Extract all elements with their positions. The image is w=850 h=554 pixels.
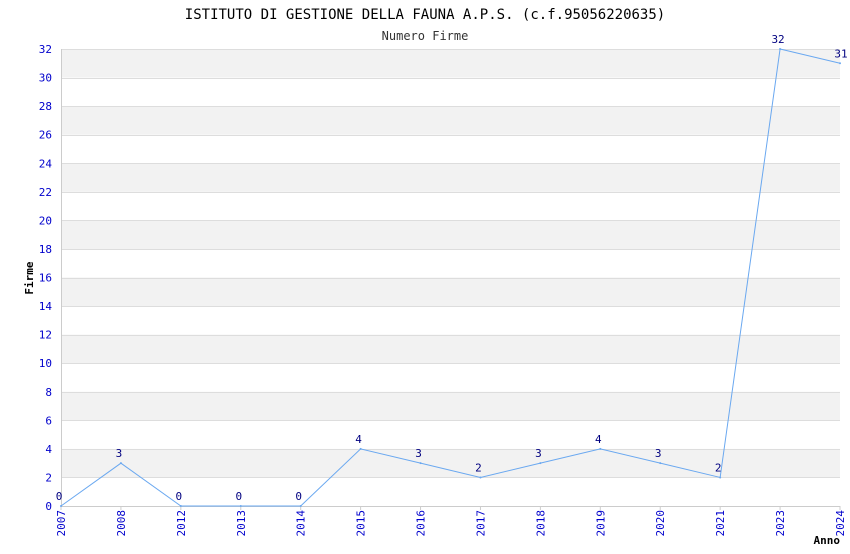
x-tick-label: 2020 <box>654 510 667 537</box>
x-tick-label: 2018 <box>534 510 547 537</box>
grid-band <box>61 334 840 364</box>
data-label: 3 <box>116 447 123 460</box>
data-point <box>239 505 242 507</box>
x-tick-label: 2014 <box>295 510 308 537</box>
grid-band <box>61 391 840 421</box>
y-tick-label: 12 <box>39 329 52 342</box>
data-point <box>479 476 482 479</box>
chart-subtitle: Numero Firme <box>382 29 469 43</box>
x-axis-title: Anno <box>814 534 841 547</box>
x-tick-label: 2008 <box>115 510 128 537</box>
x-tick-label: 2017 <box>474 510 487 537</box>
data-label: 32 <box>771 33 784 46</box>
data-label: 3 <box>535 447 542 460</box>
grid-band <box>61 106 840 135</box>
x-tick-label: 2021 <box>714 510 727 537</box>
data-labels: 030 0 043234323231 <box>56 33 848 503</box>
x-tick-label: 2024 <box>834 510 847 537</box>
grid-band <box>61 220 840 249</box>
y-tick-label: 18 <box>39 243 52 256</box>
data-label: 31 <box>834 47 847 60</box>
data-label: 2 <box>715 461 722 474</box>
data-label: 0 <box>295 490 302 503</box>
grid-band <box>61 49 840 78</box>
x-tick-label: 2007 <box>55 510 68 537</box>
y-tick-label: 4 <box>45 443 52 456</box>
data-label: 3 <box>655 447 662 460</box>
data-label: 4 <box>595 433 602 446</box>
y-tick-label: 14 <box>39 300 53 313</box>
x-tick-label: 2015 <box>355 510 368 537</box>
data-point <box>60 505 62 507</box>
data-point <box>179 505 182 507</box>
line-chart: 02468101214161820222426283032 2007 2008 20… <box>23 7 848 547</box>
y-tick-label: 28 <box>39 100 52 113</box>
data-point <box>539 462 542 465</box>
data-label: 0 <box>235 490 242 503</box>
data-label: 4 <box>355 433 362 446</box>
y-tick-label: 16 <box>39 272 52 285</box>
x-tick-label: 2016 <box>415 510 428 537</box>
chart-container: 0 2 4 6 8 10 12 14 16 18 20 22 24 26 28 30 32 2007 2008 20… <box>0 0 850 550</box>
data-label: 0 <box>176 490 183 503</box>
data-label: 0 <box>56 490 63 503</box>
background-bands <box>61 49 840 478</box>
data-point <box>299 505 302 507</box>
x-tick-label: 2013 <box>235 510 248 537</box>
y-tick-label: 6 <box>45 414 52 427</box>
x-tick-label: 2019 <box>594 510 607 537</box>
data-point <box>659 462 662 465</box>
y-tick-label: 2 <box>45 471 52 484</box>
y-tick-label: 32 <box>39 43 52 56</box>
y-tick-label: 10 <box>39 357 52 370</box>
data-point <box>779 48 782 50</box>
data-point <box>359 447 362 450</box>
x-tick-label: 2012 <box>175 510 188 537</box>
data-label: 3 <box>415 447 422 460</box>
data-point <box>719 476 722 479</box>
y-tick-labels: 02468101214161820222426283032 <box>39 43 53 513</box>
data-point <box>839 62 841 65</box>
chart-title: ISTITUTO DI GESTIONE DELLA FAUNA A.P.S. … <box>185 7 665 23</box>
y-tick-label: 30 <box>39 72 52 85</box>
grid-band <box>61 163 840 192</box>
data-point <box>599 447 602 450</box>
data-label: 2 <box>475 461 482 474</box>
x-tick-labels: 2007 2008 2012 2013 2014 2015 2016 2017 2018 2019… <box>55 506 847 537</box>
y-tick-label: 26 <box>39 129 52 142</box>
y-tick-label: 22 <box>39 186 52 199</box>
y-axis-title: Firme <box>23 261 36 294</box>
y-tick-label: 20 <box>39 214 52 227</box>
grid-band <box>61 277 840 307</box>
y-tick-label: 8 <box>45 386 52 399</box>
data-point <box>419 462 422 465</box>
y-tick-label: 24 <box>39 157 53 170</box>
x-tick-label: 2023 <box>774 510 787 537</box>
y-tick-label: 0 <box>45 500 52 513</box>
data-point <box>119 462 122 465</box>
